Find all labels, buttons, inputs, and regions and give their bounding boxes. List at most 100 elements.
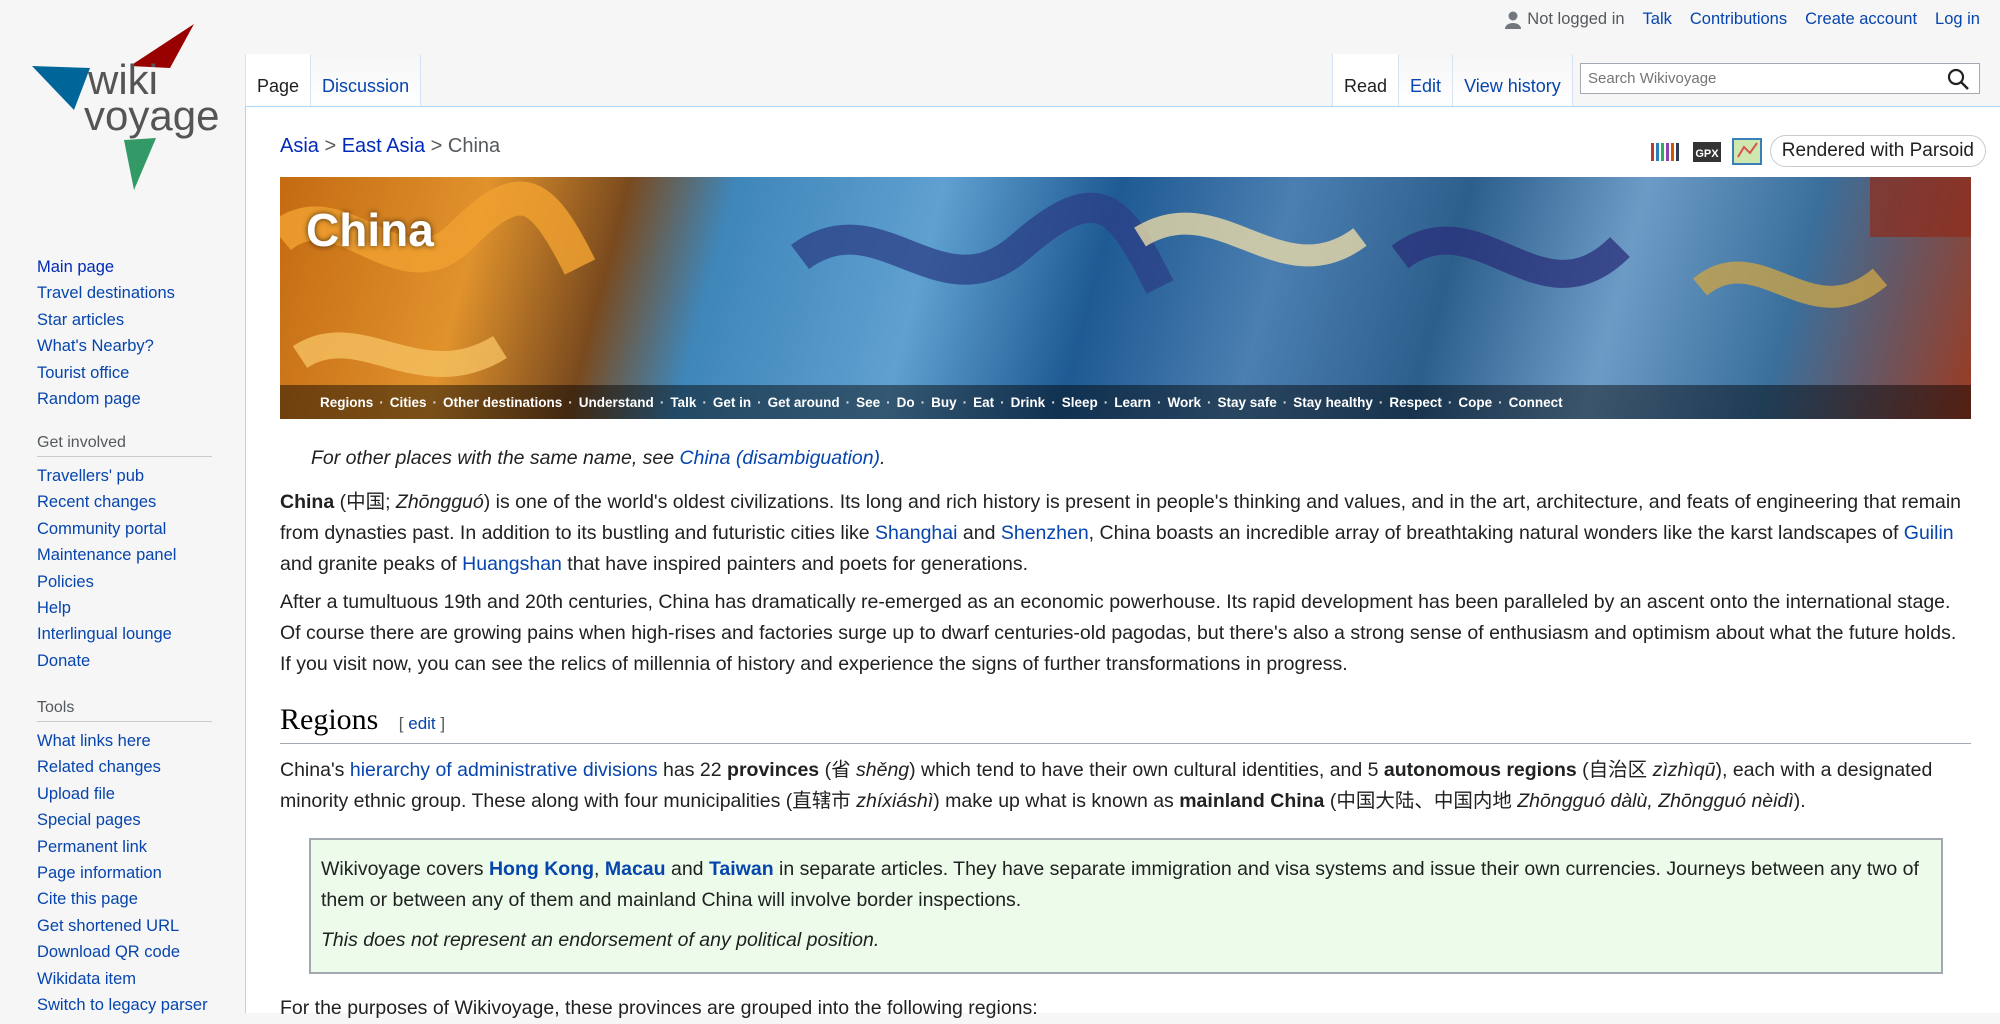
hong-kong-link[interactable]: Hong Kong xyxy=(489,858,594,880)
tab-read-label: Read xyxy=(1344,76,1388,96)
tools-link-get-shortened-url[interactable]: Get shortened URL xyxy=(37,917,179,935)
get-involved-link-donate[interactable]: Donate xyxy=(37,652,90,670)
nav-list: Main page Travel destinations Star article… xyxy=(37,254,222,412)
shanghai-link[interactable]: Shanghai xyxy=(875,522,957,544)
regions-edit-link[interactable]: edit xyxy=(408,714,435,733)
toc-link-regions[interactable]: Regions xyxy=(320,395,373,410)
toc-separator: · xyxy=(1051,394,1056,410)
toc-link-sleep[interactable]: Sleep xyxy=(1062,395,1098,410)
breadcrumb-east-asia[interactable]: East Asia xyxy=(342,135,425,157)
hierarchy-link[interactable]: hierarchy of administrative divisions xyxy=(350,759,658,781)
search-icon[interactable] xyxy=(1946,67,1970,91)
nav-item: Star articles xyxy=(37,307,222,333)
get-involved-item: Help xyxy=(37,595,222,621)
toc-link-connect[interactable]: Connect xyxy=(1509,395,1563,410)
get-involved-portal: Get involved Travellers' pub Recent chang… xyxy=(37,434,222,674)
nav-link-main-page[interactable]: Main page xyxy=(37,258,114,276)
toc-link-get-around[interactable]: Get around xyxy=(768,395,840,410)
tools-item: Permanent link xyxy=(37,834,222,860)
gpx-icon[interactable]: GPX xyxy=(1690,137,1724,165)
toc-link-understand[interactable]: Understand xyxy=(579,395,654,410)
tools-item: Related changes xyxy=(37,754,222,780)
rendered-with-parsoid-badge[interactable]: Rendered with Parsoid xyxy=(1769,135,1986,167)
disambiguation-link[interactable]: China (disambiguation) xyxy=(680,447,881,469)
huangshan-link[interactable]: Huangshan xyxy=(462,553,562,575)
macau-link[interactable]: Macau xyxy=(605,858,666,880)
tools-link-wikidata-item[interactable]: Wikidata item xyxy=(37,970,136,988)
toc-link-cities[interactable]: Cities xyxy=(390,395,427,410)
guilin-link[interactable]: Guilin xyxy=(1904,522,1954,544)
toc-link-other-destinations[interactable]: Other destinations xyxy=(443,395,562,410)
map-icon[interactable] xyxy=(1730,137,1764,165)
text-span: China's xyxy=(280,759,350,781)
toc-link-eat[interactable]: Eat xyxy=(973,395,994,410)
wikivoyage-logo[interactable]: wiki voyage xyxy=(30,22,220,192)
nav-link-travel-destinations[interactable]: Travel destinations xyxy=(37,284,175,302)
tools-link-upload-file[interactable]: Upload file xyxy=(37,785,115,803)
tools-item: Upload file xyxy=(37,781,222,807)
tools-link-special-pages[interactable]: Special pages xyxy=(37,811,141,829)
get-involved-link-recent-changes[interactable]: Recent changes xyxy=(37,493,156,511)
text-span: Wikivoyage covers xyxy=(321,858,489,880)
nav-item: What's Nearby? xyxy=(37,333,222,359)
tab-read[interactable]: Read xyxy=(1333,54,1400,106)
shenzhen-link[interactable]: Shenzhen xyxy=(1001,522,1089,544)
toc-link-buy[interactable]: Buy xyxy=(931,395,957,410)
toc-link-drink[interactable]: Drink xyxy=(1011,395,1046,410)
breadcrumb-asia[interactable]: Asia xyxy=(280,135,319,157)
nav-link-tourist-office[interactable]: Tourist office xyxy=(37,364,129,382)
text-span: (中国; xyxy=(334,491,396,513)
nav-link-random-page[interactable]: Random page xyxy=(37,390,141,408)
toc-link-do[interactable]: Do xyxy=(897,395,915,410)
note-text: Wikivoyage covers Hong Kong, Macau and T… xyxy=(321,854,1931,916)
get-involved-link-travellers-pub[interactable]: Travellers' pub xyxy=(37,467,144,485)
toc-link-talk[interactable]: Talk xyxy=(670,395,696,410)
nav-link-star-articles[interactable]: Star articles xyxy=(37,311,124,329)
get-involved-list: Travellers' pub Recent changes Community p… xyxy=(37,463,222,674)
tools-link-permanent-link[interactable]: Permanent link xyxy=(37,838,147,856)
tools-item: Get shortened URL xyxy=(37,913,222,939)
tools-link-related-changes[interactable]: Related changes xyxy=(37,758,161,776)
tools-link-what-links-here[interactable]: What links here xyxy=(37,732,151,750)
taiwan-link[interactable]: Taiwan xyxy=(709,858,774,880)
tools-portal: Tools What links here Related changes Uplo… xyxy=(37,699,222,1018)
log-in-link[interactable]: Log in xyxy=(1935,10,1980,29)
main-content: Asia > East Asia > China GPX Rendered wi… xyxy=(245,106,2000,1019)
toc-link-cope[interactable]: Cope xyxy=(1458,395,1492,410)
toc-link-stay-safe[interactable]: Stay safe xyxy=(1218,395,1277,410)
contributions-link[interactable]: Contributions xyxy=(1690,10,1787,29)
get-involved-item: Community portal xyxy=(37,516,222,542)
nav-item: Travel destinations xyxy=(37,280,222,306)
tab-edit[interactable]: Edit xyxy=(1399,54,1454,106)
tools-link-cite-this-page[interactable]: Cite this page xyxy=(37,890,138,908)
tools-link-download-qr-code[interactable]: Download QR code xyxy=(37,943,180,961)
get-involved-link-maintenance-panel[interactable]: Maintenance panel xyxy=(37,546,176,564)
tab-page[interactable]: Page xyxy=(246,54,312,106)
tab-view-history-label: View history xyxy=(1464,76,1561,96)
nav-link-what-s-nearby[interactable]: What's Nearby? xyxy=(37,337,154,355)
bracket: ] xyxy=(435,714,446,733)
get-involved-link-community-portal[interactable]: Community portal xyxy=(37,520,166,538)
barcode-icon[interactable] xyxy=(1650,137,1684,165)
toc-link-stay-healthy[interactable]: Stay healthy xyxy=(1293,395,1373,410)
toc-link-learn[interactable]: Learn xyxy=(1114,395,1151,410)
tools-link-page-information[interactable]: Page information xyxy=(37,864,162,882)
get-involved-item: Recent changes xyxy=(37,489,222,515)
banner-image xyxy=(280,177,1971,377)
toc-link-work[interactable]: Work xyxy=(1167,395,1201,410)
create-account-link[interactable]: Create account xyxy=(1805,10,1917,29)
talk-link[interactable]: Talk xyxy=(1643,10,1672,29)
get-involved-link-policies[interactable]: Policies xyxy=(37,573,94,591)
search-input[interactable] xyxy=(1580,63,1980,94)
get-involved-heading: Get involved xyxy=(37,434,212,457)
tab-view-history[interactable]: View history xyxy=(1453,54,1573,106)
toc-link-get-in[interactable]: Get in xyxy=(713,395,751,410)
tools-link-switch-to-legacy-parser[interactable]: Switch to legacy parser xyxy=(37,996,208,1014)
tab-discussion[interactable]: Discussion xyxy=(311,54,422,106)
get-involved-link-interlingual-lounge[interactable]: Interlingual lounge xyxy=(37,625,172,643)
toc-link-see[interactable]: See xyxy=(856,395,880,410)
get-involved-link-help[interactable]: Help xyxy=(37,599,71,617)
wikivoyage-logo-icon: wiki voyage xyxy=(32,24,219,190)
toc-link-respect[interactable]: Respect xyxy=(1389,395,1442,410)
breadcrumb-sep: > xyxy=(430,135,443,157)
